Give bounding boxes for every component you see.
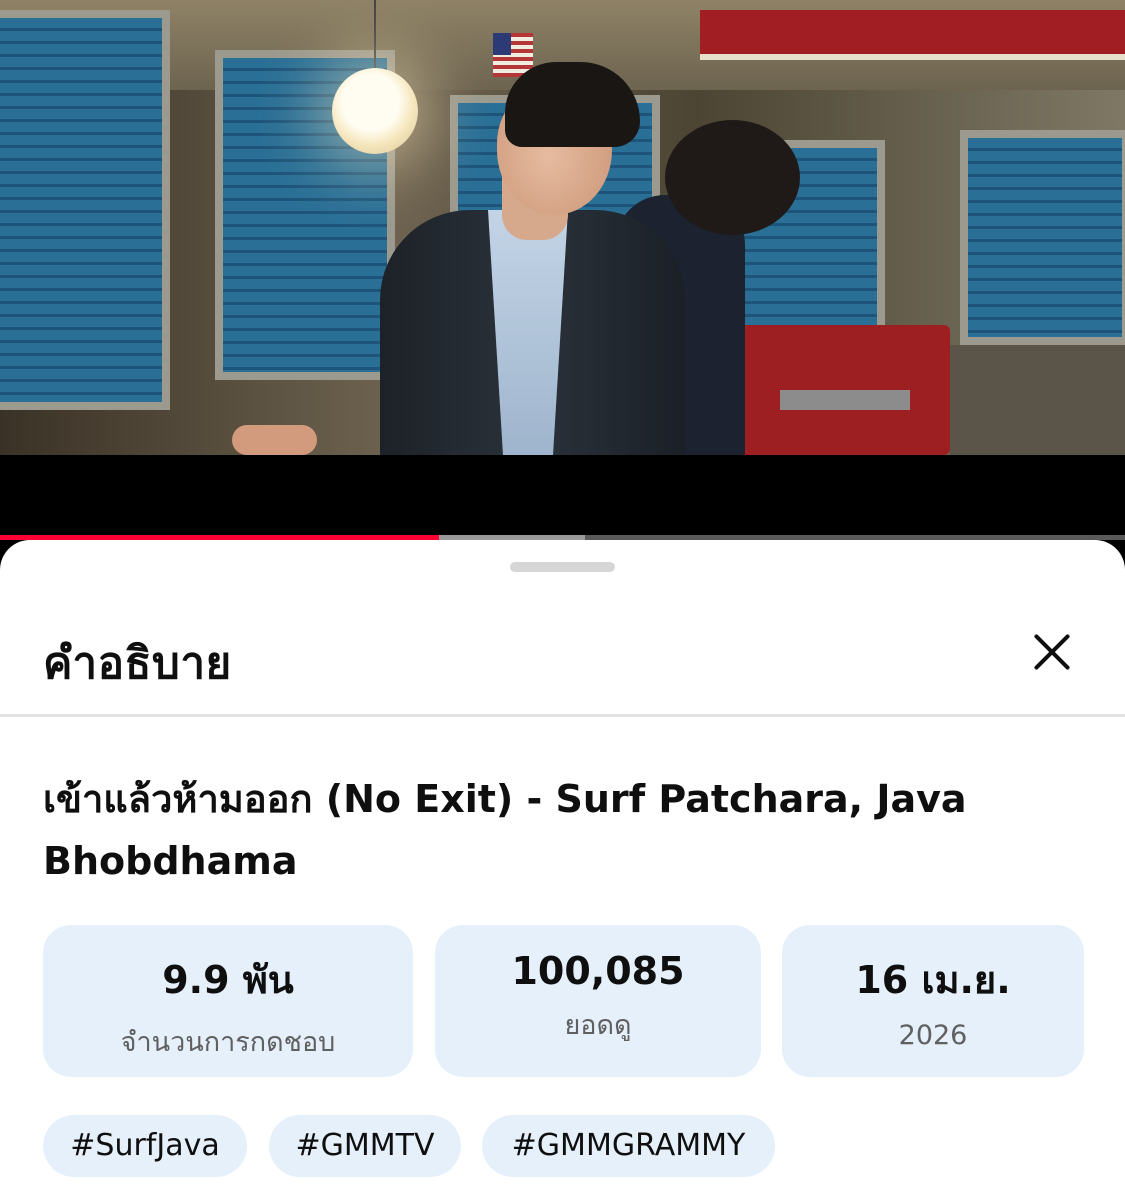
- hashtag-chip[interactable]: #GMMTV: [269, 1115, 461, 1177]
- likes-label: จำนวนการกดชอบ: [120, 1027, 336, 1058]
- video-frame-window: [0, 10, 170, 410]
- sheet-title: คำอธิบาย: [43, 638, 232, 689]
- close-icon[interactable]: [1022, 622, 1082, 682]
- video-frame-banner: [700, 10, 1125, 60]
- views-label: ยอดดู: [564, 1010, 632, 1041]
- likes-count: 9.9 พัน: [162, 958, 294, 1002]
- description-sheet: คำอธิบาย เข้าแล้วห้ามออก (No Exit) - Sur…: [0, 540, 1125, 1200]
- date-stat: 16 เม.ย. 2026: [782, 925, 1084, 1077]
- views-count: 100,085: [511, 949, 685, 993]
- video-player[interactable]: [0, 0, 1125, 455]
- video-frame-window: [960, 130, 1125, 345]
- video-title: เข้าแล้วห้ามออก (No Exit) - Surf Patchar…: [43, 777, 967, 883]
- sheet-drag-handle[interactable]: [510, 562, 615, 572]
- video-frame-person-2-head: [665, 120, 800, 235]
- publish-year: 2026: [898, 1020, 968, 1051]
- likes-stat: 9.9 พัน จำนวนการกดชอบ: [43, 925, 413, 1077]
- video-frame-person-1-hand: [232, 425, 317, 455]
- publish-date: 16 เม.ย.: [855, 958, 1011, 1002]
- screen: คำอธิบาย เข้าแล้วห้ามออก (No Exit) - Sur…: [0, 0, 1125, 1200]
- views-stat: 100,085 ยอดดู: [435, 925, 761, 1077]
- video-frame-counter: [950, 345, 1125, 455]
- video-frame-lamp: [332, 68, 418, 154]
- video-frame-table: [780, 390, 910, 410]
- video-frame-lamp-cord: [374, 0, 376, 70]
- hashtag-chip[interactable]: #GMMGRAMMY: [482, 1115, 775, 1177]
- divider: [0, 714, 1125, 717]
- video-letterbox: [0, 455, 1125, 537]
- hashtag-chip[interactable]: #SurfJava: [43, 1115, 247, 1177]
